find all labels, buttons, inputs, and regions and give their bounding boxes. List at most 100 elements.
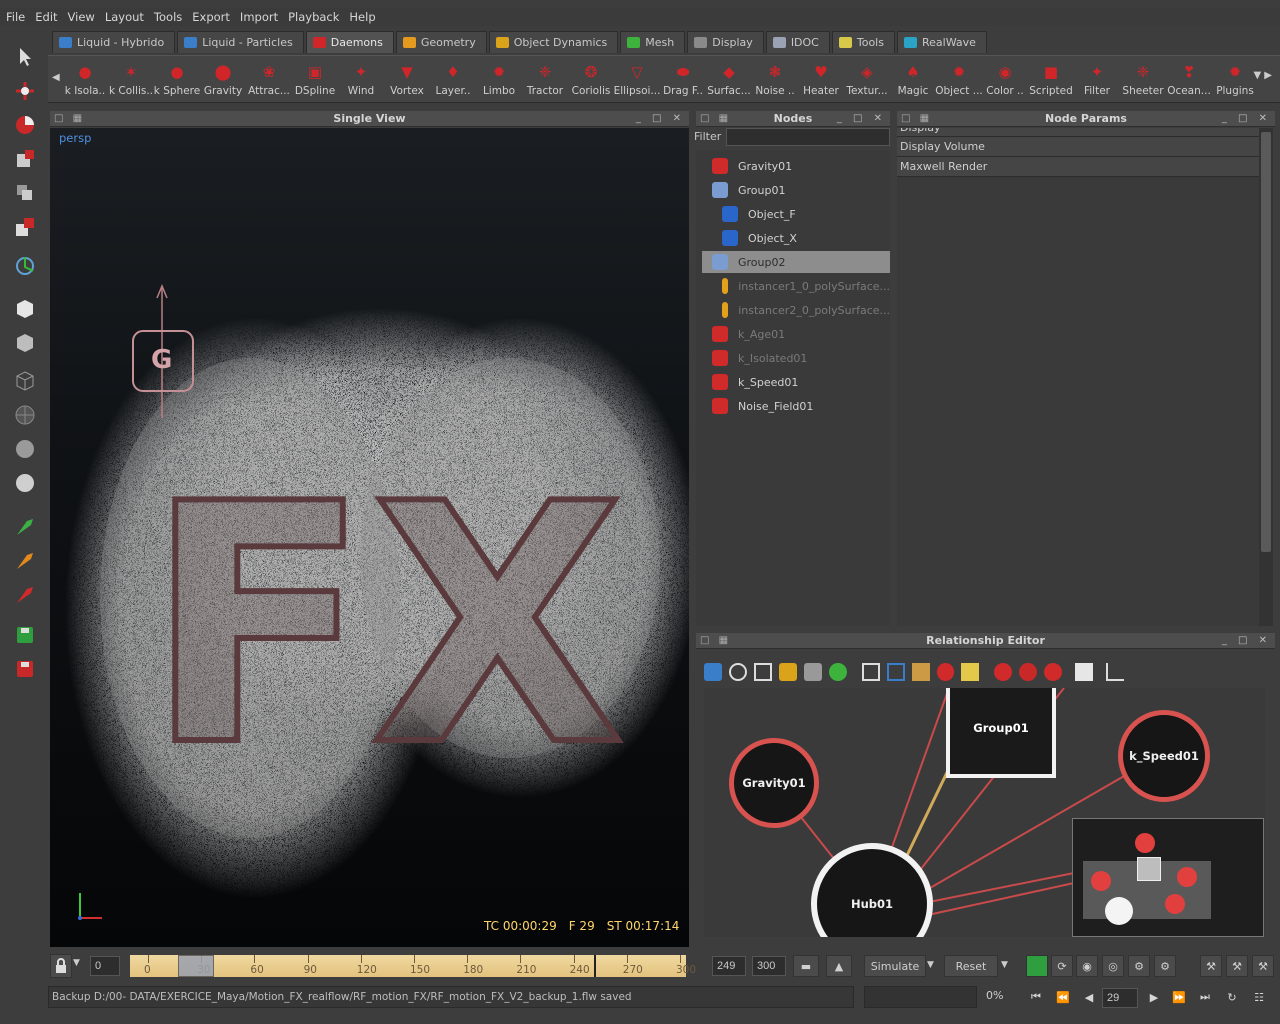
menu-playback[interactable]: Playback xyxy=(288,10,339,24)
panel-grip-icon[interactable]: □ ▦ xyxy=(700,111,731,127)
param-display-volume[interactable]: Display Volume xyxy=(897,137,1259,157)
orange-rocket-icon[interactable] xyxy=(11,547,39,575)
menu-import[interactable]: Import xyxy=(240,10,278,24)
daemon-heater[interactable]: ♥ Heater xyxy=(798,60,844,100)
node-k-age01[interactable]: k_Age01 xyxy=(702,323,890,345)
node-k-isolated01[interactable]: k_Isolated01 xyxy=(702,347,890,369)
lock-dropdown-icon[interactable]: ▼ xyxy=(73,958,80,968)
param-display[interactable]: Display xyxy=(897,128,1259,137)
panel-grip-icon[interactable]: □ ▦ xyxy=(700,633,731,649)
3d-viewport[interactable]: persp FX G TC 00:00:29 F 29 ST 00:17:14 xyxy=(50,128,689,947)
cube-view-icon[interactable] xyxy=(11,295,39,323)
sphere-wire-icon[interactable] xyxy=(11,401,39,429)
daemon-link-icon[interactable] xyxy=(936,663,955,681)
ungroup-icon[interactable] xyxy=(803,663,822,681)
daemon-coriolis[interactable]: ❂ Coriolis xyxy=(568,60,614,100)
daemon-scripted[interactable]: ■ Scripted xyxy=(1028,60,1074,100)
param-maxwell-render[interactable]: Maxwell Render xyxy=(897,157,1259,177)
nodes-filter-input[interactable] xyxy=(726,128,890,146)
batch-icon[interactable]: ⚙ xyxy=(1154,955,1176,977)
tab-liquid-particles[interactable]: Liquid - Particles xyxy=(177,31,304,53)
daemon-magic[interactable]: ♠ Magic xyxy=(890,60,936,100)
daemon-layer[interactable]: ♦ Layer.. xyxy=(430,60,476,100)
node-gravity01[interactable]: Gravity01 xyxy=(702,155,890,177)
daemon-vortex[interactable]: ▼ Vortex xyxy=(384,60,430,100)
export-green-icon[interactable] xyxy=(1026,955,1048,977)
tool-b-icon[interactable]: ⚒ xyxy=(1226,955,1248,977)
minimap[interactable] xyxy=(1072,818,1264,937)
timeline-max-field[interactable] xyxy=(752,956,786,976)
daemon-wind[interactable]: ✦ Wind xyxy=(338,60,384,100)
daemon-plugins[interactable]: ✹ Plugins xyxy=(1212,60,1258,100)
play-icon[interactable]: ▶ xyxy=(1143,987,1165,1007)
tab-daemons[interactable]: Daemons xyxy=(305,31,394,53)
daemon-dspline[interactable]: ▣ DSpline xyxy=(292,60,338,100)
node-instancer2-0-polysurface[interactable]: instancer2_0_polySurface... xyxy=(702,299,890,321)
tab-object-dynamics[interactable]: Object Dynamics xyxy=(488,31,619,53)
menu-layout[interactable]: Layout xyxy=(105,10,144,24)
panel-window-controls[interactable]: _ □ ✕ xyxy=(837,111,886,127)
daemon-surfac[interactable]: ◆ Surfac... xyxy=(706,60,752,100)
refresh-icon[interactable] xyxy=(728,663,747,681)
relationship-graph[interactable]: Gravity01 Group01 k_Speed01 Hub01 xyxy=(704,688,1265,937)
layers-tool-icon[interactable] xyxy=(11,179,39,207)
node-group02[interactable]: Group02 xyxy=(702,251,890,273)
shelf-scroll-left-icon[interactable]: ◀ xyxy=(52,72,60,83)
timeline-fit-icon[interactable]: ▬ xyxy=(793,955,819,977)
layout-icon[interactable] xyxy=(911,663,930,681)
timeline-keys-icon[interactable]: ▲ xyxy=(826,955,852,977)
daemon-ocean[interactable]: ❣ Ocean... xyxy=(1166,60,1212,100)
rotate-tool-icon[interactable] xyxy=(11,111,39,139)
node-group01[interactable]: Group01 xyxy=(702,179,890,201)
green-rocket-icon[interactable] xyxy=(11,513,39,541)
node-instancer1-0-polysurface[interactable]: instancer1_0_polySurface... xyxy=(702,275,890,297)
select-tool-icon[interactable] xyxy=(11,43,39,71)
daemon-color[interactable]: ◉ Color .. xyxy=(982,60,1028,100)
daemon-sheeter[interactable]: ❈ Sheeter xyxy=(1120,60,1166,100)
panel-grip-icon[interactable]: □ ▦ xyxy=(901,111,932,127)
remove-link-icon[interactable] xyxy=(1019,663,1038,681)
node-object-x[interactable]: Object_X xyxy=(702,227,890,249)
connect-icon[interactable] xyxy=(828,663,847,681)
group-icon[interactable] xyxy=(778,663,797,681)
params-scrollbar[interactable] xyxy=(1259,128,1273,626)
daemon-gravity[interactable]: ⬤ Gravity xyxy=(200,60,246,100)
panel-window-controls[interactable]: _ □ ✕ xyxy=(636,111,685,127)
wireframe-icon[interactable] xyxy=(11,367,39,395)
tab-tools[interactable]: Tools xyxy=(831,31,895,53)
zoom-icon[interactable] xyxy=(861,663,880,681)
menu-file[interactable]: File xyxy=(6,10,25,24)
simulate-dropdown-icon[interactable]: ▼ xyxy=(927,960,934,970)
menu-view[interactable]: View xyxy=(68,10,95,24)
sphere-shaded-icon[interactable] xyxy=(11,469,39,497)
tab-display[interactable]: Display xyxy=(687,31,764,53)
save-green-icon[interactable] xyxy=(11,621,39,649)
save-red-icon[interactable] xyxy=(11,655,39,683)
reset-dropdown-icon[interactable]: ▼ xyxy=(1001,960,1008,970)
daemon-limbo[interactable]: ✹ Limbo xyxy=(476,60,522,100)
daemon-noise[interactable]: ❃ Noise .. xyxy=(752,60,798,100)
loop-icon[interactable]: ↻ xyxy=(1221,987,1243,1007)
menu-help[interactable]: Help xyxy=(349,10,375,24)
tab-geometry[interactable]: Geometry xyxy=(395,31,487,53)
daemon-ellipsoi[interactable]: ▽ Ellipsoi... xyxy=(614,60,661,100)
tab-realwave[interactable]: RealWave xyxy=(896,31,987,53)
timeline-end-field[interactable] xyxy=(712,956,746,976)
link-tool-icon[interactable] xyxy=(704,663,722,681)
timeline-playhead[interactable] xyxy=(178,955,214,977)
red-rocket-icon[interactable] xyxy=(11,581,39,609)
axis-icon[interactable] xyxy=(1106,663,1125,681)
node-object-f[interactable]: Object_F xyxy=(702,203,890,225)
panel-window-controls[interactable]: _ □ ✕ xyxy=(1222,111,1271,127)
step-forward-icon[interactable]: ⏩ xyxy=(1168,987,1190,1007)
daemon-textur[interactable]: ◈ Textur... xyxy=(844,60,890,100)
exclusive-link-icon[interactable] xyxy=(994,663,1013,681)
tab-mesh[interactable]: Mesh xyxy=(620,31,686,53)
sphere-smooth-icon[interactable] xyxy=(11,435,39,463)
tool-c-icon[interactable]: ⚒ xyxy=(1252,955,1274,977)
tool-a-icon[interactable]: ⚒ xyxy=(1200,955,1222,977)
timeline-start-field[interactable] xyxy=(90,956,120,976)
node-noise-field01[interactable]: Noise_Field01 xyxy=(702,395,890,417)
settings-icon[interactable]: ⚙ xyxy=(1128,955,1150,977)
eye-icon[interactable]: ◎ xyxy=(1102,955,1124,977)
